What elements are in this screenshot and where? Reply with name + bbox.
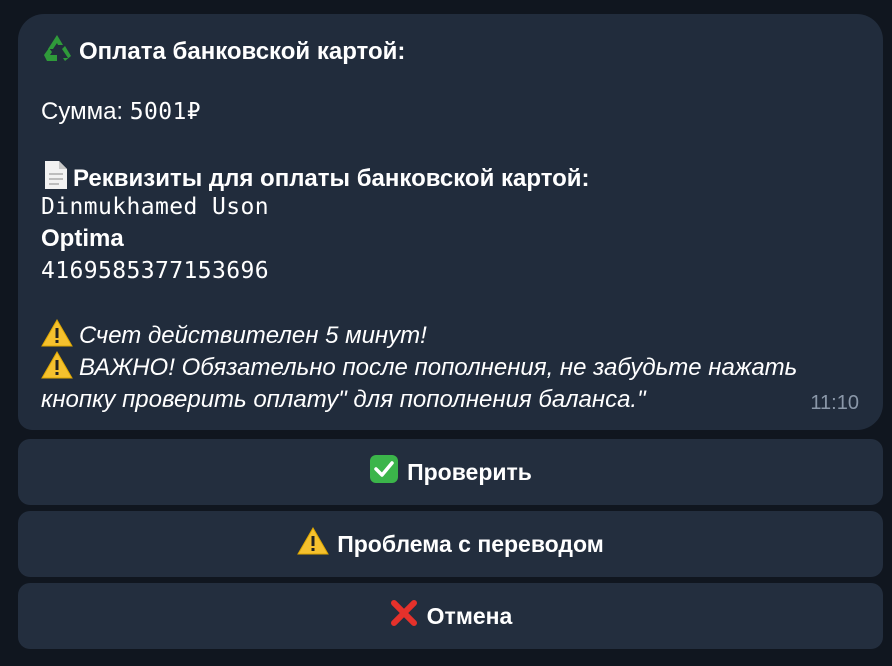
cross-icon: [389, 598, 419, 634]
problem-button[interactable]: Проблема с переводом: [18, 511, 883, 577]
sum-row: Сумма: 5001₽: [41, 97, 201, 127]
bank-name: Optima: [41, 225, 124, 252]
warning-text-1: Счет действителен 5 минут!: [79, 322, 427, 349]
card-holder: Dinmukhamed Uson: [41, 194, 269, 220]
cancel-button[interactable]: Отмена: [18, 583, 883, 649]
warning-icon: [297, 526, 330, 561]
warning-icon: [41, 318, 73, 355]
warning-row-1: Счет действителен 5 минут!: [41, 318, 427, 355]
requisites-title: Реквизиты для оплаты банковской картой:: [73, 165, 590, 192]
message-bubble: Оплата банковской картой: Сумма: 5001₽ Р…: [18, 14, 883, 430]
payment-title-row: Оплата банковской картой:: [41, 33, 405, 71]
sum-value: 5001₽: [129, 99, 201, 125]
check-icon: [369, 454, 399, 490]
recycle-icon: [41, 33, 73, 71]
warning-row-2: ВАЖНО! Обязательно после пополнения, не …: [41, 350, 798, 387]
cancel-button-label: Отмена: [426, 602, 513, 629]
problem-button-label: Проблема с переводом: [337, 530, 604, 557]
warning-text-2b: кнопку проверить оплату" для пополнения …: [41, 386, 646, 413]
sum-label: Сумма:: [41, 98, 124, 125]
check-button[interactable]: Проверить: [18, 439, 883, 505]
check-button-label: Проверить: [407, 458, 532, 485]
warning-text-2a: ВАЖНО! Обязательно после пополнения, не …: [79, 354, 798, 381]
message-time: 11:10: [810, 392, 859, 414]
card-number: 4169585377153696: [41, 258, 269, 284]
warning-icon: [41, 350, 73, 387]
payment-title: Оплата банковской картой:: [79, 38, 406, 65]
